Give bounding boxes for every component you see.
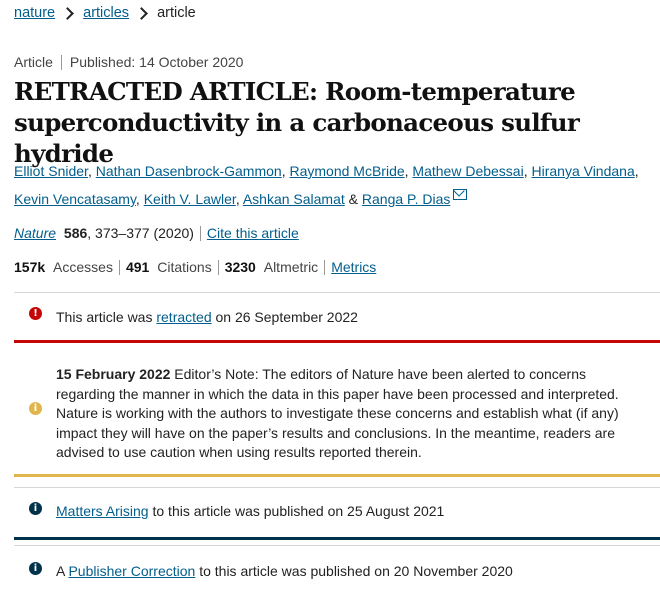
volume: 586 — [63, 225, 88, 241]
publisher-correction-text: A Publisher Correction to this article w… — [56, 563, 513, 579]
error-icon: ! — [29, 307, 42, 320]
citation: Nature 586, 373–377 (2020) Cite this arti… — [14, 225, 299, 241]
article-type: Article — [14, 54, 53, 70]
citations-label: Citations — [157, 259, 212, 275]
matters-arising-notice: i Matters Arising to this article was pu… — [14, 487, 660, 540]
article-metrics: 157k Accesses 491 Citations 3230 Altmetric… — [14, 259, 376, 275]
altmetric-label: Altmetric — [263, 259, 319, 275]
editors-note-notice: i 15 February 2022 Editor’s Note: The ed… — [14, 348, 660, 477]
notice-bar-blue — [14, 537, 660, 540]
email-icon[interactable] — [453, 189, 468, 200]
info-icon: i — [29, 402, 42, 415]
published-date: Published: 14 October 2020 — [69, 54, 244, 70]
chevron-right-icon — [61, 6, 74, 20]
citations-count: 491 — [125, 259, 150, 275]
editors-note-text: 15 February 2022 Editor’s Note: The edit… — [56, 366, 619, 460]
author-link[interactable]: Mathew Debessai — [412, 163, 523, 179]
journal-link[interactable]: Nature — [14, 225, 56, 241]
retracted-link[interactable]: retracted — [156, 309, 211, 325]
cite-this-article-link[interactable]: Cite this article — [207, 225, 299, 241]
accesses-label: Accesses — [53, 259, 113, 275]
article-meta: Article Published: 14 October 2020 — [14, 54, 243, 70]
info-icon: i — [29, 562, 42, 575]
notice-bar-red — [14, 340, 660, 343]
retraction-text: This article was retracted on 26 Septemb… — [56, 309, 358, 325]
breadcrumb: nature articles article — [14, 5, 196, 21]
author-link[interactable]: Elliot Snider — [14, 163, 88, 179]
notice-bar-yellow — [14, 474, 660, 477]
meta-divider — [60, 55, 62, 70]
author-list: Elliot Snider, Nathan Dasenbrock-Gammon,… — [14, 163, 639, 207]
author-link[interactable]: Keith V. Lawler — [144, 191, 236, 207]
author-link[interactable]: Nathan Dasenbrock-Gammon — [96, 163, 282, 179]
matters-arising-link[interactable]: Matters Arising — [56, 503, 149, 519]
breadcrumb-articles[interactable]: articles — [83, 5, 129, 21]
citation-divider — [199, 226, 201, 241]
accesses-count: 157k — [14, 259, 46, 275]
info-icon: i — [29, 502, 42, 515]
author-link[interactable]: Ashkan Salamat — [243, 191, 345, 207]
author-link[interactable]: Ranga P. Dias — [362, 191, 450, 207]
publisher-correction-link[interactable]: Publisher Correction — [68, 563, 195, 579]
metrics-link[interactable]: Metrics — [331, 259, 376, 275]
author-link[interactable]: Raymond McBride — [289, 163, 404, 179]
publisher-correction-notice: i A Publisher Correction to this article… — [14, 545, 660, 595]
editors-note-date: 15 February 2022 — [56, 366, 171, 382]
pages: , 373–377 (2020) — [87, 225, 194, 241]
author-link[interactable]: Hiranya Vindana — [531, 163, 634, 179]
article-title: RETRACTED ARTICLE: Room-temperature supe… — [14, 77, 580, 168]
author-and: & — [348, 191, 359, 207]
altmetric-count: 3230 — [224, 259, 256, 275]
breadcrumb-nature[interactable]: nature — [14, 5, 55, 21]
matters-arising-text: Matters Arising to this article was publ… — [56, 503, 445, 519]
retraction-notice: ! This article was retracted on 26 Septe… — [14, 292, 660, 343]
chevron-right-icon — [135, 6, 148, 20]
author-link[interactable]: Kevin Vencatasamy — [14, 191, 136, 207]
breadcrumb-current: article — [157, 5, 196, 21]
